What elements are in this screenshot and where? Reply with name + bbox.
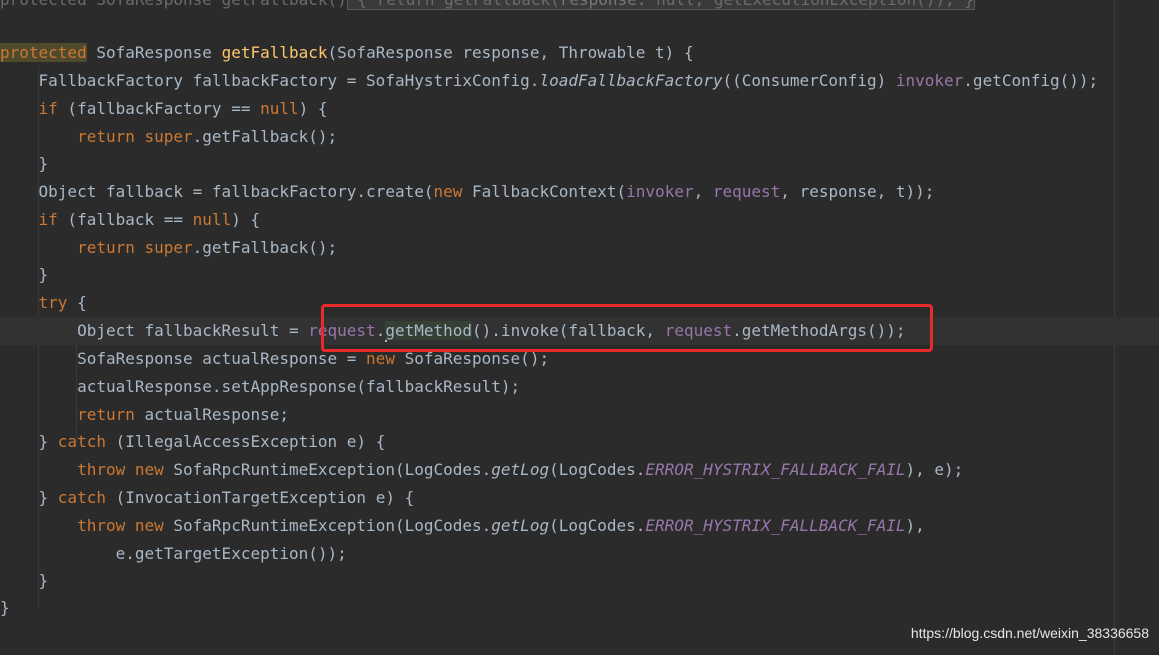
keyword: null <box>260 99 299 118</box>
code-line[interactable]: return super.getFallback(); <box>0 123 1159 151</box>
keyword: catch <box>57 488 106 507</box>
code-line[interactable]: if (fallback == null) { <box>0 206 1159 234</box>
code-line[interactable]: throw new SofaRpcRuntimeException(LogCod… <box>0 456 1159 484</box>
code-text: (SofaResponse response, Throwable t) { <box>327 43 694 62</box>
code-text: (IllegalAccessException e) { <box>105 432 386 451</box>
code-text: e.getTargetException()); <box>0 544 347 563</box>
code-line[interactable]: } catch (InvocationTargetException e) { <box>0 484 1159 512</box>
static-method: loadFallbackFactory <box>539 71 723 90</box>
keyword: protected <box>0 0 96 9</box>
static-field: ERROR_HYSTRIX_FALLBACK_FAIL <box>645 460 906 479</box>
code-text: .getConfig()); <box>963 71 1099 90</box>
keyword: return super <box>0 127 193 146</box>
code-text: ) { <box>298 99 328 118</box>
keyword: protected <box>0 43 87 62</box>
code-text: SofaResponse <box>86 43 222 62</box>
code-text: Object fallback = fallbackFactory.create… <box>0 182 434 201</box>
field: invoker <box>626 182 694 201</box>
annotation-highlight-box <box>321 304 933 352</box>
keyword: try <box>0 293 68 312</box>
code-line[interactable]: actualResponse.setAppResponse(fallbackRe… <box>0 373 1159 401</box>
method-name: getFallback <box>222 0 328 9</box>
folded-region[interactable]: { return getFallback(response: null, get… <box>346 0 975 10</box>
code-line[interactable]: return actualResponse; <box>0 401 1159 429</box>
code-line[interactable]: return super.getFallback(); <box>0 234 1159 262</box>
code-text: FallbackContext( <box>462 182 627 201</box>
code-text: ), e); <box>905 460 964 479</box>
keyword: catch <box>57 432 106 451</box>
code-line[interactable]: FallbackFactory fallbackFactory = SofaHy… <box>0 67 1159 95</box>
code-text: SofaRpcRuntimeException(LogCodes. <box>163 460 492 479</box>
code-line[interactable]: } <box>0 567 1159 595</box>
code-text: SofaResponse actualResponse = <box>0 349 367 368</box>
code-line[interactable]: throw new SofaRpcRuntimeException(LogCod… <box>0 512 1159 540</box>
keyword: if <box>0 99 58 118</box>
field: invoker <box>895 71 964 90</box>
keyword: null <box>192 210 232 229</box>
keyword: throw new <box>0 460 164 479</box>
code-text: (fallbackFactory == <box>57 99 261 118</box>
code-text: } <box>0 598 10 617</box>
code-text: , response, t)); <box>780 182 935 201</box>
code-text: () <box>328 0 347 9</box>
code-line[interactable]: } <box>0 594 1159 622</box>
watermark: https://blog.csdn.net/weixin_38336658 <box>910 625 1149 641</box>
keyword: return <box>0 405 135 424</box>
code-text: ((ConsumerConfig) <box>722 71 896 90</box>
code-text: SofaRpcRuntimeException(LogCodes. <box>163 516 492 535</box>
code-line[interactable]: protected SofaResponse getFallback() { r… <box>0 0 1159 14</box>
code-text: actualResponse.setAppResponse(fallbackRe… <box>0 377 521 396</box>
static-method: getLog <box>491 460 550 479</box>
code-text: } <box>0 265 49 284</box>
code-line[interactable]: if (fallbackFactory == null) { <box>0 95 1159 123</box>
field: request <box>712 182 781 201</box>
parameter-hint: response: <box>560 0 656 9</box>
code-text: (LogCodes. <box>549 516 646 535</box>
code-line[interactable]: } catch (IllegalAccessException e) { <box>0 428 1159 456</box>
code-text: ), <box>905 516 925 535</box>
code-text: actualResponse; <box>134 405 289 424</box>
code-text: } <box>0 571 49 590</box>
keyword: return super <box>0 238 193 257</box>
code-text: , <box>693 182 713 201</box>
code-text: FallbackFactory fallbackFactory = SofaHy… <box>0 71 540 90</box>
code-text: } <box>0 488 58 507</box>
code-text: ) { <box>231 210 261 229</box>
code-text: } <box>0 154 49 173</box>
code-line[interactable]: } <box>0 150 1159 178</box>
code-line[interactable]: protected SofaResponse getFallback(SofaR… <box>0 39 1159 67</box>
code-text: Object fallbackResult = <box>0 321 309 340</box>
code-text: (InvocationTargetException e) { <box>105 488 415 507</box>
code-text: { <box>67 293 87 312</box>
keyword: new <box>433 182 463 201</box>
code-line[interactable]: } <box>0 261 1159 289</box>
keyword: throw new <box>0 516 164 535</box>
code-line[interactable]: e.getTargetException()); <box>0 540 1159 568</box>
keyword: if <box>0 210 58 229</box>
code-line[interactable]: Object fallback = fallbackFactory.create… <box>0 178 1159 206</box>
code-text: (LogCodes. <box>549 460 646 479</box>
code-text: .getFallback(); <box>192 238 338 257</box>
type-name: SofaResponse <box>96 0 221 9</box>
static-field: ERROR_HYSTRIX_FALLBACK_FAIL <box>645 516 906 535</box>
method-name: getFallback <box>221 43 328 62</box>
code-text: } <box>0 432 58 451</box>
code-text: .getFallback(); <box>192 127 338 146</box>
code-text: (fallback == <box>57 210 193 229</box>
static-method: getLog <box>491 516 550 535</box>
